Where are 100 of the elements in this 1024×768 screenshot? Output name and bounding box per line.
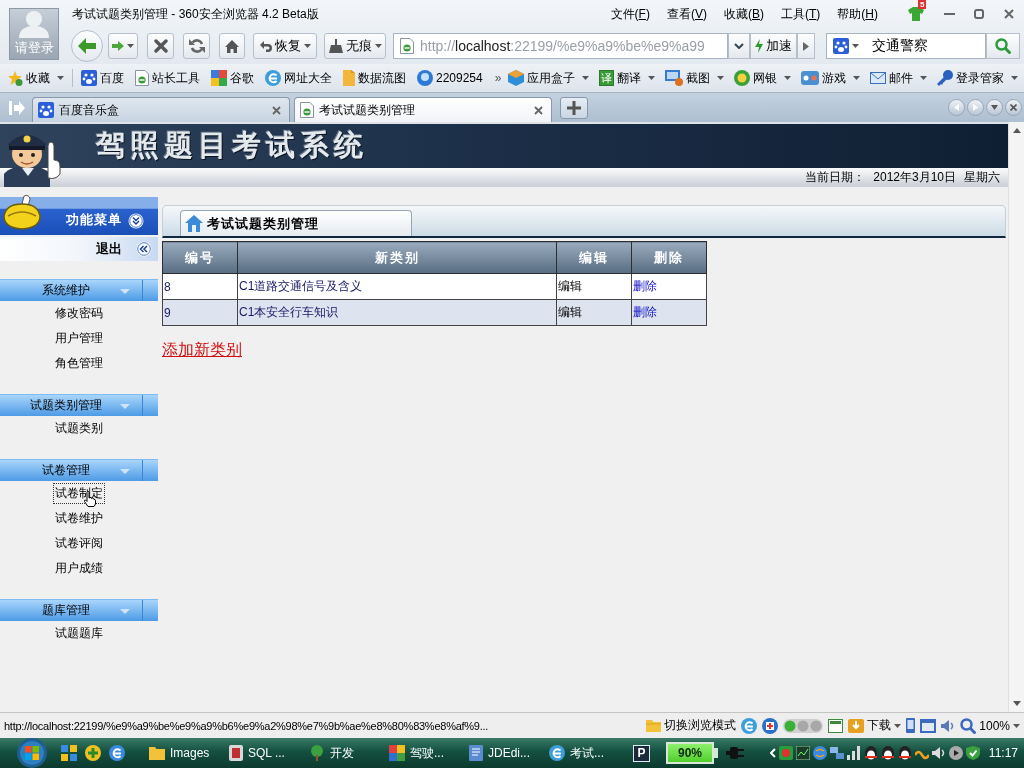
address-field[interactable]: http://localhost:22199/%e9%a9%be%e9%a99 (393, 33, 728, 59)
search-field[interactable]: 交通警察 (826, 33, 986, 59)
caret-icon (784, 76, 791, 80)
download-button[interactable]: 下载 (848, 717, 902, 734)
browser-tab[interactable]: 考试试题类别管理 (294, 97, 552, 122)
play-button[interactable] (797, 33, 815, 59)
sidebar-item[interactable]: 试卷评阅 (53, 533, 105, 554)
puzzle-icon (389, 745, 405, 761)
start-button[interactable] (17, 738, 47, 768)
menu-item[interactable]: 收藏(B) (723, 5, 764, 23)
toolbar-tool[interactable]: 登录管家 (937, 69, 1018, 87)
panel-title: 考试试题类别管理 (207, 214, 319, 233)
bookmark-link[interactable]: 2209254 (417, 70, 483, 86)
window-icon (828, 718, 844, 733)
menu-section-header[interactable]: 系统维护 (0, 279, 158, 301)
back-button[interactable] (71, 30, 103, 62)
bookmark-link[interactable]: 数据流图 (343, 69, 406, 87)
address-dropdown-button[interactable] (728, 33, 750, 59)
triangle-down-icon (120, 289, 130, 294)
toolbar-tool[interactable]: 网银 (734, 69, 791, 87)
sidebar-item[interactable]: 试题题库 (53, 623, 105, 644)
delete-link[interactable]: 删除 (633, 305, 657, 319)
stop-button[interactable] (147, 33, 174, 59)
notification-badge: 5 (918, 0, 927, 9)
chart-window-icon (795, 746, 810, 760)
sidebar-item[interactable]: 用户管理 (53, 328, 105, 349)
accelerate-button[interactable]: 加速 (750, 33, 797, 59)
menu-section-header[interactable]: 试卷管理 (0, 459, 158, 481)
browser-tab[interactable]: 百度音乐盒 (32, 97, 290, 122)
sidebar-item[interactable]: 试题类别 (53, 418, 105, 439)
logout-link[interactable]: 退出 (96, 240, 122, 258)
delete-link[interactable]: 删除 (633, 279, 657, 293)
plus-icon (567, 101, 581, 115)
vertical-scrollbar[interactable] (1008, 122, 1024, 712)
bookmark-link[interactable]: 谷歌 (211, 69, 254, 87)
toolbar-tool[interactable]: 游戏 (801, 69, 860, 87)
sidebar-item[interactable]: 用户成绩 (53, 558, 105, 579)
bookmark-link[interactable]: 网址大全 (265, 69, 332, 87)
caret-icon (920, 76, 927, 80)
taskbar-button[interactable]: SQL ... (225, 740, 303, 766)
download-icon (848, 718, 865, 733)
forward-button[interactable] (108, 33, 138, 59)
toolbar-tool[interactable]: 邮件 (870, 69, 927, 87)
menu-item[interactable]: 工具(T) (781, 5, 821, 23)
taskbar-button[interactable]: 考试... (545, 740, 623, 766)
bookmark-link[interactable]: 站长工具 (135, 69, 200, 87)
sidebar-item[interactable]: 修改密码 (53, 303, 105, 324)
menu-item[interactable]: 帮助(H) (837, 5, 878, 23)
taskbar-button[interactable]: Images (145, 740, 223, 766)
app-tile[interactable]: P (633, 744, 650, 762)
taskbar-button[interactable]: JDEdi... (465, 740, 543, 766)
menu-item[interactable]: 查看(V) (666, 5, 707, 23)
add-category-link[interactable]: 添加新类别 (162, 340, 242, 361)
edit-link[interactable]: 编辑 (558, 279, 582, 293)
triangle-down-icon (991, 105, 998, 110)
folder-icon (149, 746, 165, 760)
gamepad-icon (801, 71, 819, 85)
add-icon (762, 717, 779, 734)
refresh-button[interactable] (183, 33, 210, 59)
edit-link[interactable]: 编辑 (558, 305, 582, 319)
battery-indicator: 90% (666, 742, 718, 764)
toolbar-tool[interactable]: 译 翻译 (599, 69, 655, 87)
sidebar-item[interactable]: 角色管理 (53, 353, 105, 374)
new-tab-button[interactable] (560, 97, 588, 119)
database-icon (229, 745, 243, 761)
paw-icon (833, 38, 849, 54)
menu-section-header[interactable]: 试题类别管理 (0, 394, 158, 416)
monitor-icon (665, 70, 683, 86)
close-tabs-button[interactable] (1005, 99, 1022, 116)
lightning-icon (755, 39, 763, 53)
tab-list-button[interactable] (986, 99, 1003, 116)
browse-mode-button[interactable]: 切换浏览模式 (646, 717, 737, 734)
bookmark-link[interactable]: 百度 (81, 69, 124, 87)
system-title: 驾照题目考试系统 (96, 128, 368, 163)
zoom-button[interactable]: 100% (960, 717, 1020, 734)
sidebar-item[interactable]: 试卷维护 (53, 508, 105, 529)
menu-section-header[interactable]: 题库管理 (0, 599, 158, 621)
date-value: 2012年3月10日 (873, 169, 956, 186)
close-icon (1004, 9, 1014, 19)
toolbar-tool[interactable]: 截图 (665, 69, 724, 87)
triangle-down-icon (120, 404, 130, 409)
coin-icon (734, 70, 750, 86)
toolbar-tool[interactable]: 应用盒子 (508, 69, 589, 87)
restore-session-button[interactable]: 恢复 (253, 33, 317, 59)
more-bookmarks-button[interactable]: » (494, 71, 502, 85)
taskbar-button[interactable]: 开发 (305, 740, 383, 766)
shirt-icon (908, 7, 924, 21)
menu-item[interactable]: 文件(F) (610, 5, 650, 23)
search-button[interactable] (986, 33, 1020, 59)
double-chevron-left-icon (136, 241, 152, 257)
caret-icon (582, 76, 589, 80)
home-button[interactable] (219, 33, 245, 59)
home-icon (225, 39, 239, 53)
toggle-switch-icon (783, 718, 824, 733)
browser-icon (265, 70, 281, 86)
incognito-button[interactable]: 无痕 (324, 33, 386, 59)
taskbar-button[interactable]: 驾驶... (385, 740, 463, 766)
favorites-menu[interactable]: 收藏 (7, 69, 64, 87)
panel-tab[interactable]: 考试试题类别管理 (180, 210, 412, 236)
caret-icon (303, 44, 311, 48)
